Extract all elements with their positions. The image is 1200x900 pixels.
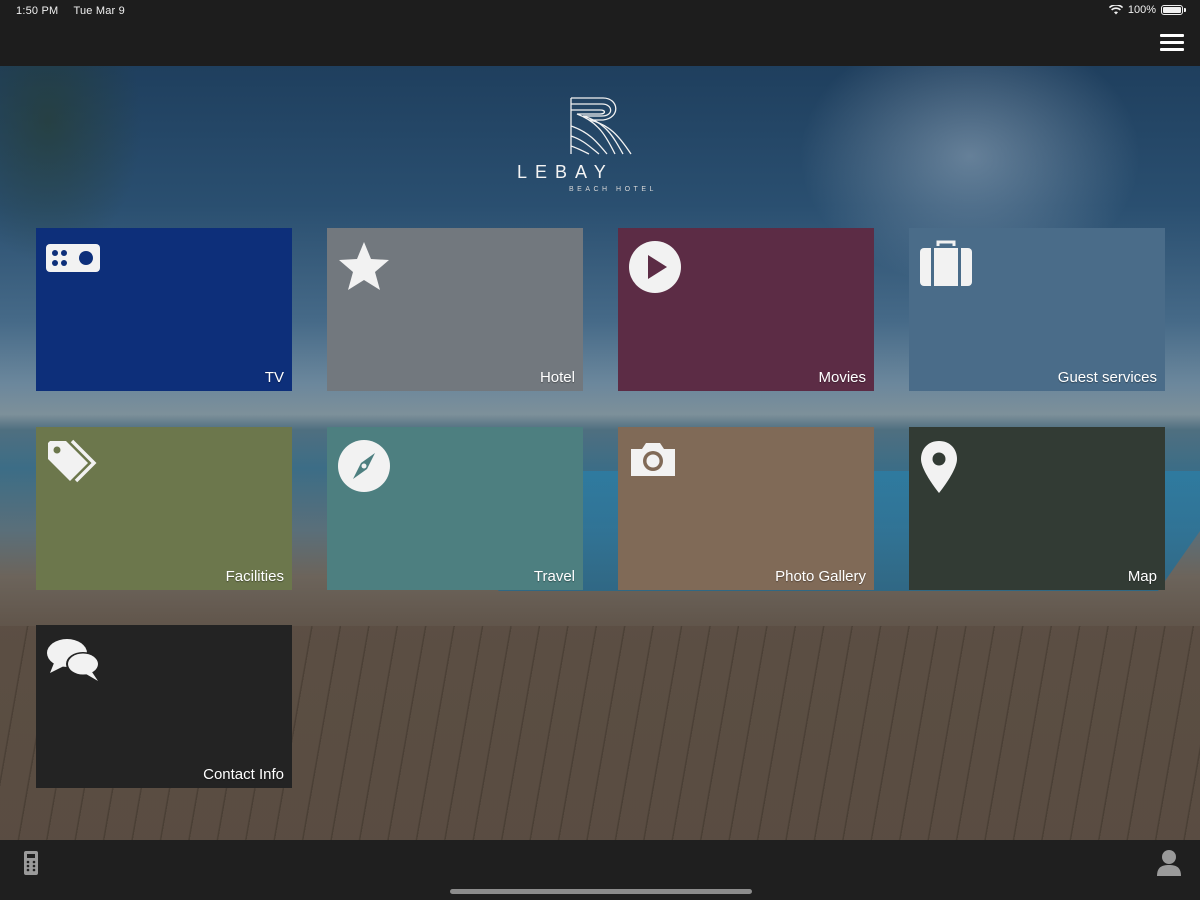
- home-indicator: [450, 889, 752, 894]
- compass-icon: [338, 440, 390, 492]
- tile-label-contact-info: Contact Info: [203, 766, 284, 783]
- status-date: Tue Mar 9: [73, 5, 125, 17]
- status-indicators: 100%: [1108, 4, 1186, 16]
- briefcase-icon: [920, 240, 972, 286]
- camera-icon: [631, 443, 675, 476]
- tile-facilities[interactable]: Facilities: [36, 427, 292, 590]
- tile-contact-info[interactable]: Contact Info: [36, 625, 292, 788]
- user-profile-icon[interactable]: [1156, 849, 1182, 877]
- tile-label-hotel: Hotel: [539, 369, 575, 386]
- remote-control-icon[interactable]: [22, 850, 40, 876]
- status-time: 1:50 PM: [16, 5, 59, 17]
- logo-subtitle: BEACH HOTEL: [569, 186, 657, 193]
- battery-cap: [1184, 8, 1186, 12]
- tile-travel[interactable]: Travel: [327, 427, 583, 590]
- tile-label-facilities: Facilities: [225, 568, 284, 585]
- logo-name: LEBAY: [517, 162, 614, 182]
- tv-remote-icon: [46, 244, 100, 272]
- logo-mark-icon: [570, 97, 632, 155]
- play-icon: [629, 241, 681, 293]
- tile-photo-gallery[interactable]: Photo Gallery: [618, 427, 874, 590]
- chat-bubbles-icon: [47, 639, 100, 681]
- bottom-bar: [0, 840, 1200, 900]
- tile-label-photo-gallery: Photo Gallery: [775, 568, 866, 585]
- hotel-logo: LEBAY BEACH HOTEL: [517, 96, 687, 200]
- status-time-date: 1:50 PM Tue Mar 9: [16, 5, 137, 17]
- battery-percent: 100%: [1127, 4, 1156, 16]
- tile-guest-services[interactable]: Guest services: [909, 228, 1165, 391]
- tile-map[interactable]: Map: [909, 427, 1165, 590]
- top-bar: 1:50 PM Tue Mar 9 100%: [0, 0, 1200, 66]
- tags-icon: [48, 439, 97, 483]
- tile-label-movies: Movies: [818, 369, 866, 386]
- tile-label-map: Map: [1127, 568, 1157, 585]
- tile-label-travel: Travel: [533, 568, 575, 585]
- map-pin-icon: [921, 441, 957, 493]
- tile-tv[interactable]: TV: [36, 228, 292, 391]
- tile-hotel[interactable]: Hotel: [327, 228, 583, 391]
- tile-movies[interactable]: Movies: [618, 228, 874, 391]
- hamburger-menu-icon[interactable]: [1160, 34, 1184, 52]
- wifi-icon: [1108, 5, 1123, 15]
- star-icon: [339, 242, 389, 290]
- battery-icon: [1161, 5, 1183, 15]
- tile-label-guest-services: Guest services: [1057, 369, 1157, 386]
- tile-label-tv: TV: [264, 369, 284, 386]
